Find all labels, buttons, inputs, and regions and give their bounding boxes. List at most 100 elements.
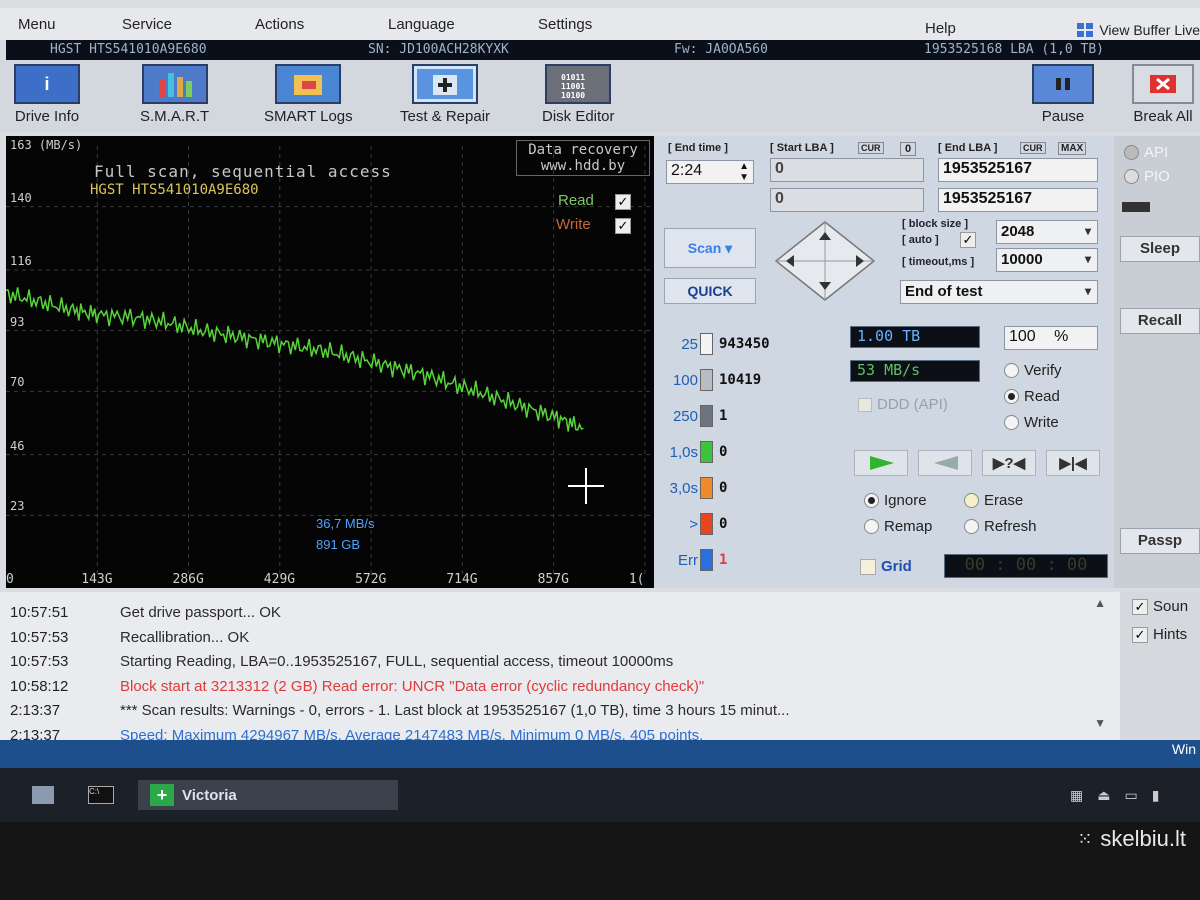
victoria-window: Menu Service Actions Language Settings H… bbox=[0, 0, 1200, 900]
remap-radio[interactable]: Remap bbox=[864, 518, 932, 535]
start-zero-button[interactable]: 0 bbox=[900, 142, 917, 156]
log-time: 10:57:51 bbox=[10, 604, 69, 621]
percent-field: 100 % bbox=[1004, 326, 1098, 350]
end-cur-button[interactable]: CUR bbox=[1020, 142, 1046, 154]
smart-button[interactable]: S.M.A.R.T bbox=[140, 64, 209, 125]
api-radio-dot[interactable] bbox=[1124, 145, 1139, 160]
spinner-icon[interactable]: ▲ ▼ bbox=[739, 161, 749, 183]
pause-button[interactable]: Pause bbox=[1032, 64, 1094, 125]
data-recovery-box[interactable]: Data recovery www.hdd.by bbox=[516, 140, 650, 176]
sound-toggle[interactable]: ✓ Soun bbox=[1132, 598, 1188, 615]
hints-checkbox[interactable]: ✓ bbox=[1132, 626, 1148, 643]
write-radio-dot[interactable] bbox=[1004, 415, 1019, 430]
api-label: API bbox=[1144, 144, 1169, 161]
read-toggle[interactable]: Read bbox=[558, 192, 594, 209]
ddd-label: DDD (API) bbox=[877, 396, 948, 413]
x-tick-label: 429G bbox=[263, 572, 296, 587]
verify-radio[interactable]: Verify bbox=[1004, 362, 1062, 379]
write-radio[interactable]: Write bbox=[1004, 414, 1059, 431]
speed-field: 53 MB/s bbox=[850, 360, 980, 382]
erase-radio-dot[interactable] bbox=[964, 493, 979, 508]
sound-checkbox[interactable]: ✓ bbox=[1132, 598, 1148, 615]
event-log[interactable]: 10:57:51 Get drive passport... OK 10:57:53… bbox=[0, 592, 1120, 752]
end-max-button[interactable]: MAX bbox=[1058, 142, 1087, 155]
refresh-label: Refresh bbox=[984, 518, 1037, 535]
play-button[interactable] bbox=[854, 450, 908, 476]
grid-checkbox[interactable] bbox=[860, 558, 876, 575]
menu-settings[interactable]: Settings bbox=[538, 16, 592, 33]
signal-icon[interactable]: ▮ bbox=[1152, 787, 1160, 804]
usb-icon[interactable]: ⏏ bbox=[1097, 787, 1110, 804]
disk-editor-button[interactable]: 01011 11001 10100 Disk Editor bbox=[542, 64, 615, 125]
scan-mode-button[interactable]: Scan ▾ bbox=[664, 228, 756, 268]
end-time-field[interactable]: 2:24 ▲ ▼ bbox=[666, 160, 754, 184]
pio-radio-dot[interactable] bbox=[1124, 169, 1139, 184]
read-radio-dot[interactable] bbox=[1004, 389, 1019, 404]
block-size-select[interactable]: 2048 ▾ bbox=[996, 220, 1098, 244]
end-lba-field-2[interactable]: 1953525167 bbox=[938, 188, 1098, 212]
quick-button[interactable]: QUICK bbox=[664, 278, 756, 304]
battery-icon[interactable]: ▭ bbox=[1124, 787, 1137, 804]
svg-text:11001: 11001 bbox=[561, 82, 585, 91]
hints-toggle[interactable]: ✓ Hints bbox=[1132, 626, 1187, 643]
api-radio[interactable]: API bbox=[1124, 144, 1168, 161]
menu-help[interactable]: Help bbox=[925, 20, 956, 37]
reverse-button[interactable] bbox=[918, 450, 972, 476]
read-radio[interactable]: Read bbox=[1004, 388, 1060, 405]
start-cur-button[interactable]: CUR bbox=[858, 142, 884, 154]
y-axis-top-label: 163 (MB/s) bbox=[10, 138, 83, 152]
end-of-test-select[interactable]: End of test ▾ bbox=[900, 280, 1098, 304]
passport-button[interactable]: Passp bbox=[1120, 528, 1200, 554]
scroll-up-icon[interactable]: ▲ bbox=[1094, 596, 1106, 610]
taskbar-victoria[interactable]: + Victoria bbox=[138, 780, 398, 810]
block-color-swatch bbox=[700, 441, 713, 463]
end-lba-field[interactable]: 1953525167 bbox=[938, 158, 1098, 182]
skip-button[interactable]: ▶?◀ bbox=[982, 450, 1036, 476]
percent-sign: % bbox=[1054, 328, 1069, 345]
block-timing-count: 0 bbox=[719, 444, 728, 460]
view-buffer-live[interactable]: View Buffer Live bbox=[1077, 22, 1200, 38]
network-icon[interactable]: ▦ bbox=[1070, 787, 1083, 804]
smart-logs-button[interactable]: SMART Logs bbox=[264, 64, 353, 125]
ignore-radio-dot[interactable] bbox=[864, 493, 879, 508]
view-buffer-label: View Buffer Live bbox=[1099, 22, 1200, 38]
verify-label: Verify bbox=[1024, 362, 1062, 379]
refresh-radio-dot[interactable] bbox=[964, 519, 979, 534]
block-color-swatch bbox=[700, 549, 713, 571]
write-toggle[interactable]: Write bbox=[556, 216, 591, 233]
block-timing-label: 3,0s bbox=[669, 479, 698, 497]
menu-menu[interactable]: Menu bbox=[18, 16, 56, 33]
direction-pad-icon[interactable] bbox=[770, 218, 880, 304]
write-checkbox[interactable]: ✓ bbox=[615, 218, 631, 234]
menu-service[interactable]: Service bbox=[122, 16, 172, 33]
break-all-button[interactable]: Break All bbox=[1132, 64, 1194, 125]
start-icon[interactable] bbox=[32, 780, 60, 810]
start-lba-field-2[interactable]: 0 bbox=[770, 188, 924, 212]
grid-toggle[interactable]: Grid bbox=[860, 558, 912, 575]
menu-language[interactable]: Language bbox=[388, 16, 455, 33]
ignore-radio[interactable]: Ignore bbox=[864, 492, 927, 509]
menu-actions[interactable]: Actions bbox=[255, 16, 304, 33]
test-repair-button[interactable]: Test & Repair bbox=[400, 64, 490, 125]
read-checkbox[interactable]: ✓ bbox=[615, 194, 631, 210]
refresh-radio[interactable]: Refresh bbox=[964, 518, 1037, 535]
recall-button[interactable]: Recall bbox=[1120, 308, 1200, 334]
erase-radio[interactable]: Erase bbox=[964, 492, 1023, 509]
drive-info-button[interactable]: i Drive Info bbox=[14, 64, 80, 125]
end-button[interactable]: ▶|◀ bbox=[1046, 450, 1100, 476]
start-lba-field[interactable]: 0 bbox=[770, 158, 924, 182]
remap-radio-dot[interactable] bbox=[864, 519, 879, 534]
repair-icon bbox=[412, 64, 479, 104]
ddd-checkbox[interactable] bbox=[858, 397, 872, 412]
ddd-api-option[interactable]: DDD (API) bbox=[858, 396, 948, 413]
write-toggle-label: Write bbox=[556, 216, 591, 233]
pio-radio[interactable]: PIO bbox=[1124, 168, 1170, 185]
sleep-button[interactable]: Sleep bbox=[1120, 236, 1200, 262]
verify-radio-dot[interactable] bbox=[1004, 363, 1019, 378]
scroll-down-icon[interactable]: ▼ bbox=[1094, 716, 1106, 730]
system-tray[interactable]: ▦ ⏏ ▭ ▮ bbox=[1070, 780, 1180, 810]
ignore-label: Ignore bbox=[884, 492, 927, 509]
timeout-select[interactable]: 10000 ▾ bbox=[996, 248, 1098, 272]
cmd-icon[interactable]: C:\ bbox=[88, 780, 120, 810]
auto-checkbox[interactable]: ✓ bbox=[960, 232, 976, 248]
